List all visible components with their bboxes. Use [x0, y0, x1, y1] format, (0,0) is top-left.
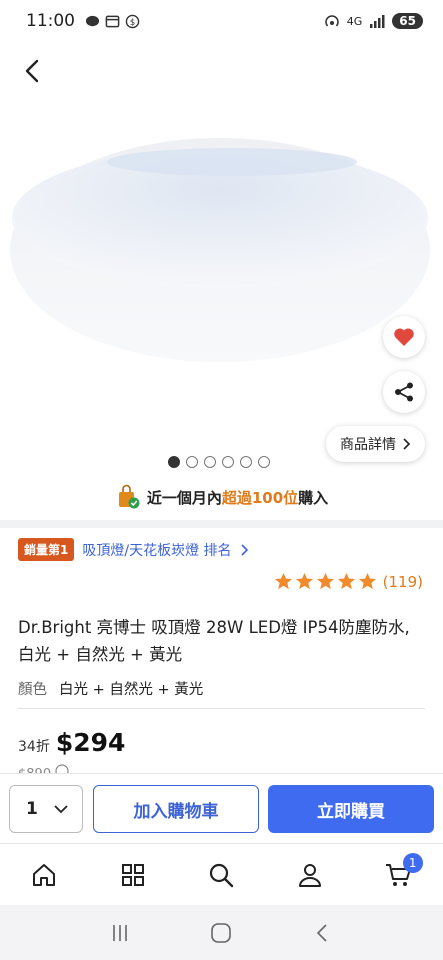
status-right: 4G 65	[324, 13, 423, 29]
coin-icon: $	[125, 14, 140, 28]
nav-home[interactable]	[24, 855, 64, 895]
star-icon	[274, 572, 292, 590]
variant-label: 顏色	[18, 682, 47, 698]
purchase-action-bar: 1 加入購物車 立即購買	[0, 773, 443, 843]
variant-row[interactable]: 顏色 白光 + 自然光 + 黃光	[18, 678, 203, 699]
price-row: 34折 $294	[18, 728, 125, 757]
ceiling-light-image	[10, 138, 430, 362]
quantity-select[interactable]: 1	[9, 785, 83, 833]
social-proof-highlight: 超過100位	[221, 488, 299, 507]
calendar-icon	[105, 15, 120, 27]
details-label: 商品詳情	[340, 437, 396, 453]
share-icon	[395, 382, 413, 402]
nav-cart[interactable]: 1	[379, 852, 423, 895]
social-proof-prefix: 近一個月內	[146, 488, 222, 507]
star-icon	[358, 572, 376, 590]
rank-badge: 銷量第1	[18, 538, 75, 561]
notification-icons: $	[85, 14, 145, 29]
gallery-dot[interactable]	[204, 456, 216, 468]
gallery-dot[interactable]	[222, 456, 234, 468]
bottom-navigation: 1	[0, 843, 443, 905]
chevron-left-icon	[25, 59, 39, 83]
current-price: $294	[55, 728, 126, 757]
nav-account[interactable]	[290, 855, 330, 895]
gallery-dot[interactable]	[186, 456, 198, 468]
rank-row[interactable]: 銷量第1 吸頂燈/天花板崁燈 排名	[18, 538, 249, 561]
star-icon	[337, 572, 355, 590]
signal-icon	[370, 14, 385, 28]
purchase-social-proof: 近一個月內超過100位購入	[0, 478, 443, 516]
back-button[interactable]	[18, 56, 48, 86]
share-button[interactable]	[383, 371, 425, 413]
status-bar: 11:00 $ 4G 65	[0, 0, 443, 42]
gallery-dot[interactable]	[168, 456, 180, 468]
user-icon	[299, 863, 322, 887]
status-time: 11:00	[26, 11, 75, 31]
chevron-right-icon	[403, 438, 411, 450]
star-icon	[295, 572, 313, 590]
product-image[interactable]	[0, 100, 443, 445]
product-rating[interactable]: (119)	[274, 572, 423, 591]
favorite-button[interactable]	[383, 316, 425, 358]
star-icon	[316, 572, 334, 590]
chevron-down-icon	[54, 804, 68, 813]
quantity-value: 1	[26, 799, 38, 819]
variant-value: 白光 + 自然光 + 黃光	[59, 682, 204, 698]
product-title: Dr.Bright 亮博士 吸頂燈 28W LED燈 IP54防塵防水, 白光 …	[18, 618, 410, 664]
cart-count-badge: 1	[402, 852, 423, 873]
buy-now-button[interactable]: 立即購買	[268, 785, 434, 833]
gallery-dot[interactable]	[258, 456, 270, 468]
battery-indicator: 65	[392, 13, 423, 29]
system-navigation	[0, 905, 443, 960]
grid-icon	[121, 863, 144, 886]
rank-category-link[interactable]: 吸頂燈/天花板崁燈 排名	[82, 540, 231, 560]
search-icon	[210, 863, 234, 887]
network-type: 4G	[346, 14, 363, 28]
recent-apps-icon[interactable]	[110, 923, 130, 943]
add-to-cart-button[interactable]: 加入購物車	[93, 785, 259, 833]
home-button-icon[interactable]	[210, 922, 232, 944]
section-divider	[0, 520, 443, 528]
heart-icon	[394, 328, 414, 346]
gallery-dot[interactable]	[240, 456, 252, 468]
nav-search[interactable]	[201, 855, 241, 895]
chat-icon	[85, 15, 100, 26]
nav-categories[interactable]	[113, 855, 153, 895]
product-details-button[interactable]: 商品詳情	[326, 426, 425, 462]
back-nav-icon[interactable]	[313, 923, 333, 943]
rating-count: (119)	[382, 572, 423, 591]
gallery-pagination	[168, 456, 270, 468]
chevron-right-icon	[240, 543, 248, 556]
social-proof-suffix: 購入	[298, 488, 329, 507]
svg-text:$: $	[130, 16, 135, 26]
home-icon	[33, 863, 56, 886]
divider	[18, 708, 425, 709]
discount-label: 34折	[18, 739, 50, 755]
shopping-bag-check-icon	[118, 484, 140, 509]
hotspot-icon	[325, 15, 339, 27]
